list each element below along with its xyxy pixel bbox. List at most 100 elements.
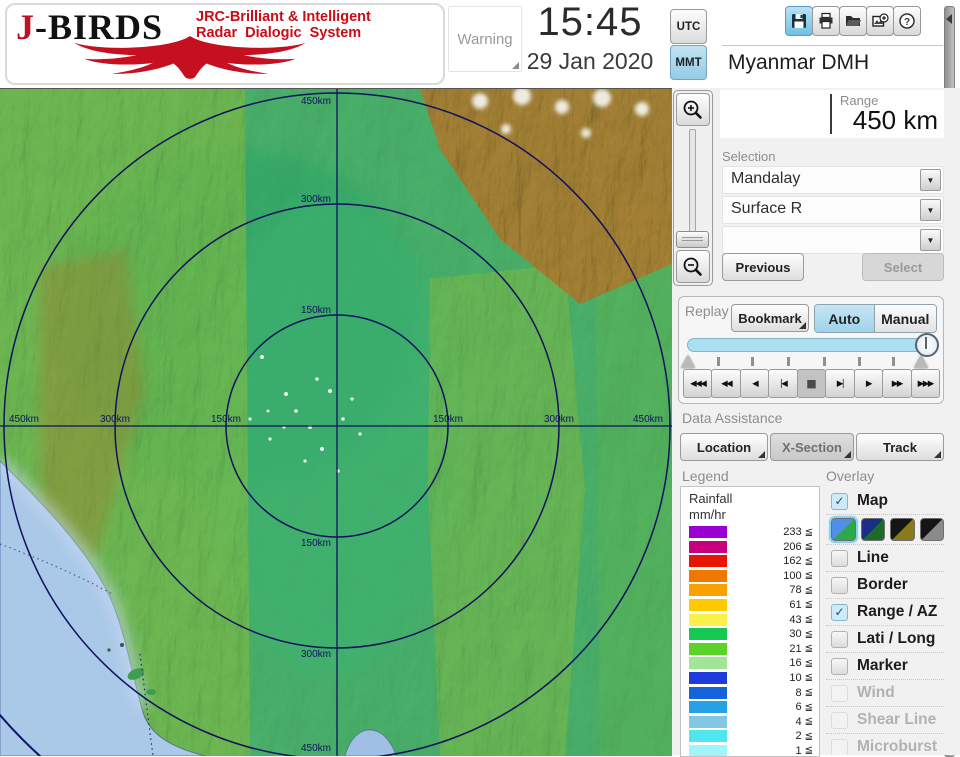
map-style-row — [826, 515, 944, 545]
legend-value: 6 — [795, 701, 802, 714]
map-style-4[interactable] — [919, 518, 944, 541]
checkbox-lati-long[interactable] — [831, 630, 848, 648]
overlay-item-label: Border — [857, 576, 908, 593]
slider-end-marker[interactable] — [914, 355, 928, 368]
checkbox-border[interactable] — [831, 576, 848, 594]
playback-controls: ◀◀◀ ◀◀ ◀ |◀ ■ ▶| ▶ ▶▶ ▶▶▶ — [683, 369, 940, 398]
slider-tick — [858, 357, 861, 366]
checkbox-range-az[interactable]: ✓ — [831, 603, 848, 621]
replay-slider-handle[interactable] — [915, 333, 939, 357]
legend-color-swatch — [689, 715, 727, 728]
overlay-item-border[interactable]: Border — [826, 572, 944, 599]
overlay-item-marker[interactable]: Marker — [826, 653, 944, 680]
replay-section: Replay Bookmark Auto Manual ◀◀◀ ◀◀ ◀ |◀ ■ ▶| ▶… — [678, 296, 944, 404]
legend-row: 162 ≦ — [689, 555, 813, 568]
legend-row: 10 ≦ — [689, 671, 813, 684]
replay-slider-track[interactable] — [687, 338, 935, 352]
bookmark-button[interactable]: Bookmark — [731, 304, 809, 332]
site-dropdown[interactable]: Mandalay ▼ — [722, 166, 944, 194]
option-dropdown[interactable]: ▼ — [722, 226, 944, 254]
clock-date: 29 Jan 2020 — [526, 48, 654, 74]
replay-mode-switch: Auto Manual — [814, 304, 937, 333]
legend-value: 4 — [795, 715, 802, 728]
playback-fast-rewind[interactable]: ◀◀ — [711, 369, 741, 398]
zoom-slider-handle[interactable] — [676, 231, 709, 248]
overlay-item-range-az[interactable]: ✓ Range / AZ — [826, 599, 944, 626]
playback-step-backward[interactable]: |◀ — [768, 369, 798, 398]
header-divider — [722, 45, 943, 46]
playback-fastest-rewind[interactable]: ◀◀◀ — [683, 369, 713, 398]
clock-time: 15:45 — [537, 0, 643, 44]
open-folder-button[interactable] — [839, 6, 867, 36]
overlay-item-map[interactable]: ✓ Map — [826, 488, 944, 515]
folder-icon — [846, 16, 861, 26]
range-ring-label: 150km — [211, 414, 241, 425]
checkbox-line[interactable] — [831, 549, 848, 567]
range-ring-label: 450km — [633, 414, 663, 425]
legend-title: Legend — [682, 468, 729, 484]
playback-stop[interactable]: ■ — [796, 369, 827, 398]
select-button[interactable]: Select — [862, 253, 944, 281]
zoom-slider-track[interactable] — [689, 129, 696, 235]
chevron-down-icon[interactable]: ▼ — [920, 229, 941, 251]
print-button[interactable] — [812, 6, 840, 36]
auto-mode-button[interactable]: Auto — [815, 305, 875, 332]
previous-button[interactable]: Previous — [722, 253, 804, 281]
header: J-BIRDS JRC-Brilliant & Intelligent Radar… — [0, 0, 960, 88]
map-style-3[interactable] — [890, 518, 915, 541]
slider-start-marker[interactable] — [681, 355, 695, 368]
less-equal-icon: ≦ — [804, 526, 813, 538]
track-button[interactable]: Track — [856, 433, 944, 461]
utc-button[interactable]: UTC — [670, 9, 707, 44]
legend-value: 100 — [783, 569, 802, 582]
manual-mode-button[interactable]: Manual — [874, 305, 936, 332]
save-button[interactable] — [785, 6, 813, 36]
collapse-arrow-icon — [946, 14, 952, 24]
legend-row: 206 ≦ — [689, 540, 813, 553]
legend-row: 78 ≦ — [689, 584, 813, 597]
playback-step-forward[interactable]: ▶| — [825, 369, 855, 398]
range-ring-label: 300km — [544, 414, 574, 425]
replay-label: Replay — [685, 303, 729, 319]
chevron-down-icon[interactable]: ▼ — [920, 169, 941, 191]
map-zoom-control — [673, 90, 713, 286]
xsection-button[interactable]: X-Section — [770, 433, 854, 461]
mmt-button[interactable]: MMT — [670, 45, 707, 80]
rainfall-legend: Rainfall mm/hr 233 ≦ 206 ≦ 162 ≦ 100 ≦ 78 ≦ 61 ≦ 43 ≦ 3… — [680, 486, 820, 757]
playback-fast-forward[interactable]: ▶▶ — [882, 369, 912, 398]
overlay-item-label: Wind — [857, 684, 895, 701]
overlay-item-lati-long[interactable]: Lati / Long — [826, 626, 944, 653]
zoom-in-button[interactable] — [676, 93, 710, 126]
location-button[interactable]: Location — [680, 433, 768, 461]
slider-tick — [823, 357, 826, 366]
range-divider — [830, 94, 832, 134]
radar-map[interactable]: 150km 150km 150km 150km 300km 300km 300km 300km… — [0, 88, 672, 756]
overlay-item-label: Microburst — [857, 738, 938, 755]
playback-play[interactable]: ▶ — [853, 369, 884, 398]
checkbox-marker[interactable] — [831, 657, 848, 675]
less-equal-icon: ≦ — [804, 555, 813, 567]
overlay-item-line[interactable]: Line — [826, 545, 944, 572]
checkbox-map[interactable]: ✓ — [831, 492, 848, 510]
legend-color-swatch — [689, 701, 727, 714]
less-equal-icon: ≦ — [804, 687, 813, 699]
playback-fastest-forward[interactable]: ▶▶▶ — [910, 369, 940, 398]
legend-row: 61 ≦ — [689, 598, 813, 611]
playback-play-reverse[interactable]: ◀ — [739, 369, 770, 398]
less-equal-icon: ≦ — [804, 672, 813, 684]
legend-value: 30 — [789, 628, 802, 641]
legend-color-swatch — [689, 540, 727, 553]
less-equal-icon: ≦ — [804, 730, 813, 742]
map-style-1[interactable] — [829, 516, 858, 543]
less-equal-icon: ≦ — [804, 701, 813, 713]
question-icon: ? — [899, 13, 915, 29]
product-dropdown[interactable]: Surface R ▼ — [722, 196, 944, 224]
product-dropdown-value: Surface R — [731, 200, 803, 217]
legend-row: 21 ≦ — [689, 642, 813, 655]
checkbox-shear-line — [831, 711, 848, 729]
export-image-button[interactable] — [866, 6, 894, 36]
zoom-out-button[interactable] — [676, 250, 710, 283]
help-button[interactable]: ? — [893, 6, 921, 36]
chevron-down-icon[interactable]: ▼ — [920, 199, 941, 221]
map-style-2[interactable] — [860, 518, 885, 541]
